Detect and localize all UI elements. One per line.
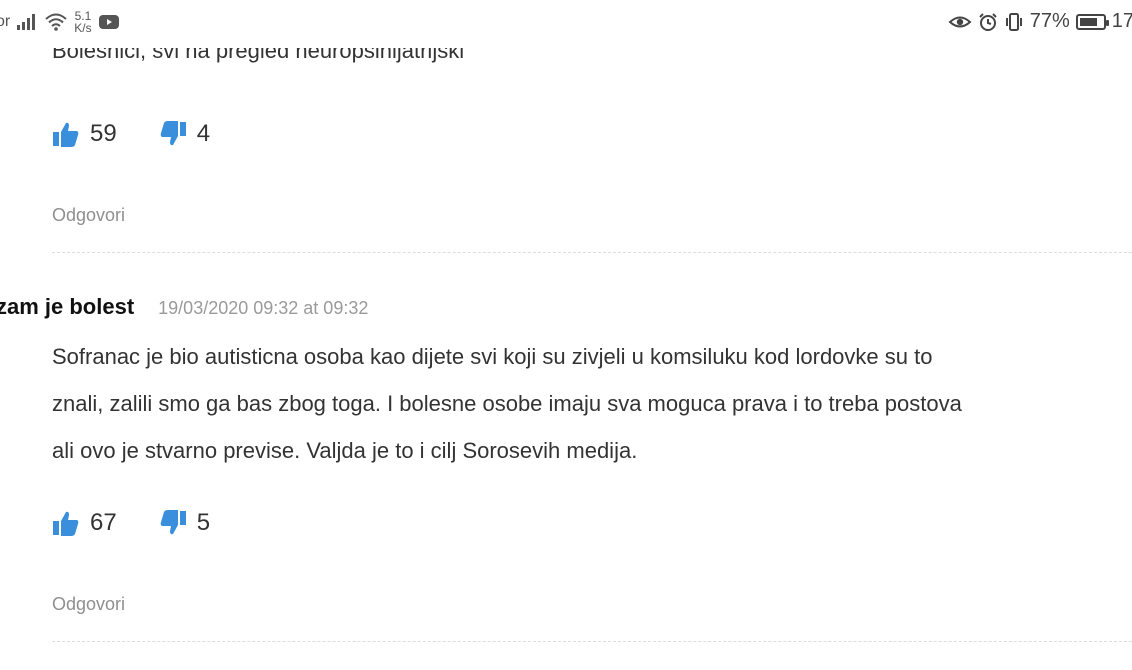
status-bar-left: or 5.1 K/s [0,10,120,34]
like-count: 59 [90,120,117,147]
alarm-icon [979,12,997,31]
dislike-button[interactable]: 5 [159,509,210,537]
battery-icon [1075,13,1109,30]
thumbs-down-icon [160,510,186,535]
comment-author[interactable]: zam je bolest [0,294,134,320]
divider [52,641,1132,642]
dislike-count: 4 [196,120,211,147]
reply-link[interactable]: Odgovori [52,594,125,615]
network-speed: 5.1 K/s [74,10,91,34]
comment-line: znali, zalili smo ga bas zbog toga. I bo… [52,391,962,416]
eye-comfort-icon [948,16,972,27]
comment-line: ali ovo je stvarno previse. Valjda je to… [52,438,638,463]
vote-row: 59 4 [52,120,210,148]
dislike-button[interactable]: 4 [159,120,210,148]
clock: 17 [1111,10,1132,32]
carrier-label: or [0,13,11,30]
thumbs-up-icon [53,511,79,536]
reply-link[interactable]: Odgovori [52,205,125,226]
divider [52,252,1132,253]
vote-row: 67 5 [52,509,210,537]
thumbs-down-icon [160,121,186,146]
battery-percent: 77% [1029,10,1070,32]
wifi-icon [45,13,67,31]
signal-icon [17,14,36,30]
status-bar-right: 77% 17 [948,10,1132,33]
like-button[interactable]: 67 [52,509,117,537]
youtube-icon [98,15,119,29]
thumbs-up-icon [53,122,79,147]
dislike-count: 5 [196,509,211,536]
comment-header: zam je bolest 19/03/2020 09:32 at 09:32 [0,294,368,320]
battery-fill [1079,17,1097,26]
comment-date: 19/03/2020 09:32 at 09:32 [158,298,369,318]
comment-line: Sofranac je bio autisticna osoba kao dij… [52,344,933,369]
like-count: 67 [90,509,117,536]
vibrate-icon [1005,12,1022,31]
comment-body: Sofranac je bio autisticna osoba kao dij… [52,333,1132,474]
status-bar: or 5.1 K/s 77% 17 [0,0,1132,48]
like-button[interactable]: 59 [52,120,117,148]
network-speed-unit: K/s [74,21,92,35]
